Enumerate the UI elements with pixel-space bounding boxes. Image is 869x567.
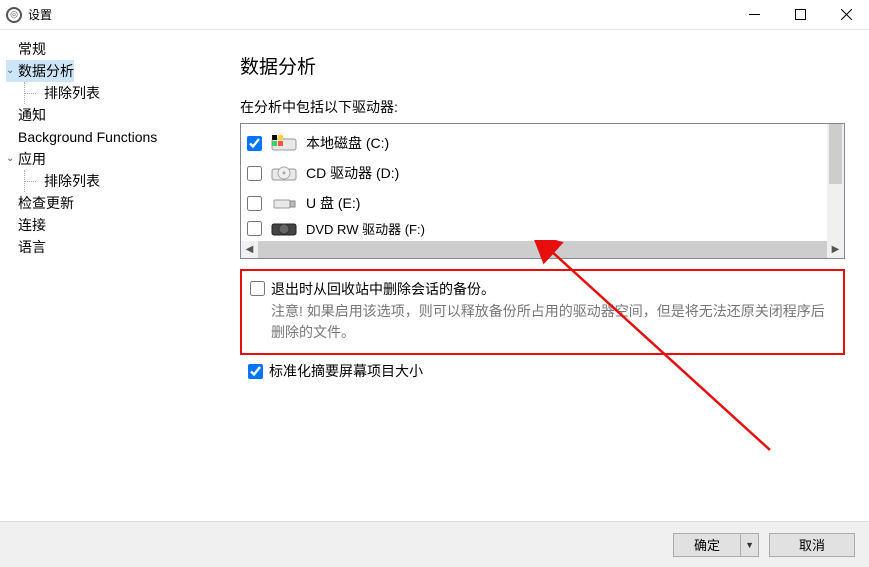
drive-list-box: 本地磁盘 (C:) CD 驱动器 (D:) U 盘 (E:) [240,123,845,259]
cancel-button[interactable]: 取消 [769,533,855,557]
hdd-icon [270,133,298,153]
option-note: 注意! 如果启用该选项，则可以释放备份所占用的驱动器空间，但是将无法还原关闭程序… [271,301,833,343]
section-label: 在分析中包括以下驱动器: [240,97,845,117]
maximize-button[interactable] [777,0,823,30]
drive-label: U 盘 (E:) [306,193,360,213]
drive-label: 本地磁盘 (C:) [306,133,389,153]
app-icon: ◎ [6,7,22,23]
main-panel: 数据分析 在分析中包括以下驱动器: 本地磁盘 (C:) CD 驱动器 (D:) [220,30,869,510]
dropdown-caret-icon[interactable]: ▼ [745,540,754,550]
chevron-down-icon[interactable]: ⌄ [6,148,18,170]
scrollbar-thumb[interactable] [829,124,842,184]
button-label: 取消 [799,535,825,554]
sidebar-item-exclude-list[interactable]: 排除列表 [4,82,220,104]
sidebar-item-exclude-list-2[interactable]: 排除列表 [4,170,220,192]
dialog-footer: 确定 ▼ 取消 [0,521,869,567]
drive-checkbox[interactable] [247,166,262,181]
sidebar-item-label: 语言 [18,236,46,258]
sidebar-item-check-updates[interactable]: 检查更新 [4,192,220,214]
button-label: 确定 [694,535,720,554]
sidebar-item-label: 排除列表 [44,82,100,104]
drive-label: CD 驱动器 (D:) [306,163,399,183]
horizontal-scrollbar[interactable]: ◀ ▶ [241,241,844,258]
highlighted-option: 退出时从回收站中删除会话的备份。 注意! 如果启用该选项，则可以释放备份所占用的… [240,269,845,355]
page-title: 数据分析 [240,52,845,79]
drive-label: DVD RW 驱动器 (F:) [306,219,425,238]
normalize-checkbox[interactable] [248,364,263,379]
sidebar-item-apps[interactable]: ⌄应用 [4,148,220,170]
scroll-right-icon[interactable]: ▶ [827,241,844,258]
scrollbar-thumb[interactable] [258,241,827,258]
ok-button[interactable]: 确定 ▼ [673,533,759,557]
sidebar-item-notifications[interactable]: 通知 [4,104,220,126]
cd-icon [270,163,298,183]
drive-checkbox[interactable] [247,136,262,151]
sidebar-item-label: 通知 [18,104,46,126]
sidebar: 常规 ⌄数据分析 排除列表 通知 Background Functions ⌄应… [0,30,220,510]
sidebar-item-label: 检查更新 [18,192,74,214]
sidebar-item-language[interactable]: 语言 [4,236,220,258]
title-bar: ◎ 设置 [0,0,869,30]
drive-row[interactable]: 本地磁盘 (C:) [247,128,821,158]
checkbox-label: 退出时从回收站中删除会话的备份。 [271,279,495,299]
normalize-option[interactable]: 标准化摘要屏幕项目大小 [240,361,845,381]
checkbox-label: 标准化摘要屏幕项目大小 [269,361,423,381]
drive-row[interactable]: U 盘 (E:) [247,188,821,218]
sidebar-item-label: 排除列表 [44,170,100,192]
sidebar-item-connection[interactable]: 连接 [4,214,220,236]
window-title: 设置 [28,6,52,23]
sidebar-item-background-functions[interactable]: Background Functions [4,126,220,148]
sidebar-item-label: 常规 [18,38,46,60]
close-button[interactable] [823,0,869,30]
sidebar-item-data-analysis[interactable]: ⌄数据分析 [4,60,220,82]
dvd-icon [270,218,298,238]
sidebar-item-label: Background Functions [18,126,157,148]
vertical-scrollbar[interactable] [827,124,844,241]
delete-backup-checkbox[interactable] [250,281,265,296]
drive-row[interactable]: CD 驱动器 (D:) [247,158,821,188]
sidebar-item-label: 应用 [18,148,46,170]
chevron-down-icon[interactable]: ⌄ [6,60,18,82]
drive-checkbox[interactable] [247,221,262,236]
minimize-button[interactable] [731,0,777,30]
drive-row[interactable]: DVD RW 驱动器 (F:) [247,218,821,238]
sidebar-item-label: 连接 [18,214,46,236]
sidebar-item-label: 数据分析 [18,60,74,82]
usb-icon [270,193,298,213]
drive-checkbox[interactable] [247,196,262,211]
scroll-left-icon[interactable]: ◀ [241,241,258,258]
sidebar-item-general[interactable]: 常规 [4,38,220,60]
